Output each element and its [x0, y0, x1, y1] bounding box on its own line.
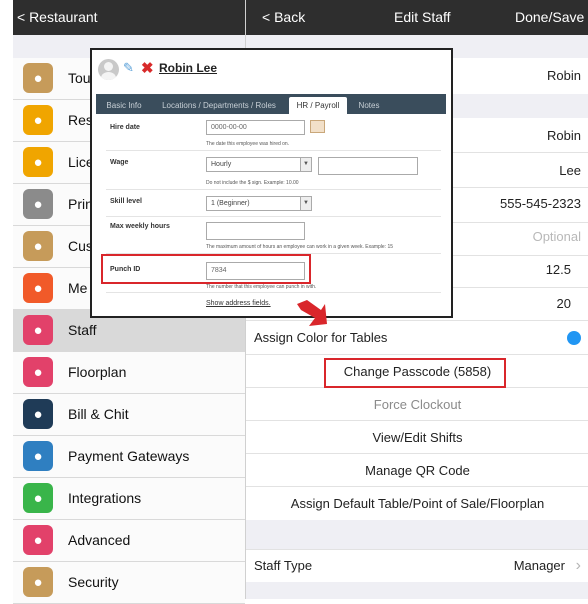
tab-notes[interactable]: Notes [354, 97, 384, 114]
staff-type-label: Staff Type [254, 558, 313, 573]
cart-icon: ● [23, 147, 53, 177]
tab-hr-payroll[interactable]: HR / Payroll [289, 97, 347, 114]
employee-name-link[interactable]: Robin Lee [159, 61, 217, 75]
tab-locations[interactable]: Locations / Departments / Roles [154, 97, 284, 114]
max-weekly-hours-input[interactable] [206, 222, 305, 240]
wage-label: Wage [110, 159, 129, 166]
done-save-button[interactable]: Done/Save [515, 0, 584, 35]
chevron-down-icon: ▼ [300, 158, 311, 171]
calendar-icon[interactable] [310, 120, 325, 133]
optional-placeholder: Optional [532, 229, 581, 244]
receipt-icon: ● [23, 399, 53, 429]
tab-basic-info[interactable]: Basic Info [100, 97, 148, 114]
max-hours-value: 20 [556, 296, 571, 311]
sidebar-navbar: < Restaurant [13, 0, 245, 35]
wage-amount-input[interactable] [318, 157, 418, 175]
hire-date-help: The date this employee was hired on. [206, 141, 290, 147]
store-icon: ● [23, 105, 53, 135]
max-weekly-hours-help: The maximum amount of hours an employee … [206, 244, 394, 250]
pencil-icon[interactable]: ✎ [123, 60, 134, 76]
back-button[interactable]: < Back [262, 0, 305, 35]
page-title: Edit Staff [394, 9, 451, 25]
staff-action-button[interactable]: Manage QR Code [246, 453, 588, 487]
skill-level-select[interactable]: 1 (Beginner) ▼ [206, 196, 312, 211]
show-address-link[interactable]: Show address fields. [206, 300, 271, 307]
passcode-highlight-box [324, 358, 506, 388]
sidebar-item[interactable]: ● Floorplan [13, 352, 245, 394]
sidebar-item-label: Tou [68, 70, 91, 86]
chevron-right-icon: › [575, 557, 581, 574]
divider [106, 292, 441, 293]
sidebar-item-label: Advanced [68, 532, 131, 548]
staff-action-button[interactable]: Force Clockout [246, 387, 588, 421]
printer-icon: ● [23, 189, 53, 219]
delete-icon[interactable]: ✖ [141, 59, 154, 77]
sidebar-item[interactable]: ● Advanced [13, 520, 245, 562]
sidebar-item-label: Me [68, 280, 88, 296]
divider [106, 189, 441, 190]
divider [106, 150, 441, 151]
staff-type-value: Manager [513, 558, 565, 573]
edit-staff-navbar: < Back Edit Staff Done/Save [246, 0, 588, 35]
floorplan-icon: ● [23, 357, 53, 387]
skill-level-label: Skill level [110, 198, 142, 205]
sidebar-item[interactable]: ● Security [13, 562, 245, 604]
hire-date-input[interactable]: 0000-00-00 [206, 120, 305, 135]
sidebar-item-label: Security [68, 574, 119, 590]
sidebar-item[interactable]: ● Integrations [13, 478, 245, 520]
card-icon: ● [23, 441, 53, 471]
divider [106, 216, 441, 217]
popup-header: ✎ ✖ Robin Lee [92, 50, 451, 90]
restaurant-back-button[interactable]: < Restaurant [17, 0, 98, 35]
gear-icon: ● [23, 525, 53, 555]
chevron-down-icon: ▼ [300, 197, 311, 210]
hourly-rate-value: 12.5 [545, 262, 571, 277]
sidebar-item-label: Bill & Chit [68, 406, 129, 422]
staff-icon: ● [23, 315, 53, 345]
lock-icon: ● [23, 567, 53, 597]
sidebar-item[interactable]: ● Payment Gateways [13, 436, 245, 478]
first-name-value: Robin [547, 128, 581, 143]
popup-tabs: Basic Info Locations / Departments / Rol… [96, 94, 446, 114]
punch-id-highlight-box [101, 254, 311, 284]
red-arrow-icon [297, 300, 327, 326]
max-weekly-hours-label: Max weekly hours [110, 223, 170, 230]
sidebar-item-label: Payment Gateways [68, 448, 190, 464]
phone-value: 555-545-2323 [500, 196, 581, 211]
sidebar-item[interactable]: ● Bill & Chit [13, 394, 245, 436]
wage-type-select[interactable]: Hourly ▼ [206, 157, 312, 172]
menu-icon: ● [23, 273, 53, 303]
sidebar-item-label: Integrations [68, 490, 142, 506]
display-name-value: Robin [547, 68, 581, 83]
staff-action-button[interactable]: View/Edit Shifts [246, 420, 588, 454]
wage-help: Do not include the $ sign. Example: 10.0… [206, 180, 299, 186]
hire-date-label: Hire date [110, 124, 140, 131]
chef-hat-icon: ● [23, 63, 53, 93]
staff-action-button[interactable]: Assign Default Table/Point of Sale/Floor… [246, 486, 588, 520]
sidebar-item-label: Floorplan [68, 364, 127, 380]
integrations-icon: ● [23, 483, 53, 513]
cfd-icon: ● [23, 231, 53, 261]
skill-level-value: 1 (Beginner) [211, 200, 250, 207]
punch-id-help: The number that this employee can punch … [206, 284, 317, 290]
last-name-value: Lee [559, 163, 581, 178]
wage-type-value: Hourly [211, 161, 232, 168]
avatar [98, 59, 119, 80]
table-color-swatch[interactable] [567, 331, 581, 345]
staff-type-row[interactable]: Staff Type Manager › [246, 549, 588, 582]
